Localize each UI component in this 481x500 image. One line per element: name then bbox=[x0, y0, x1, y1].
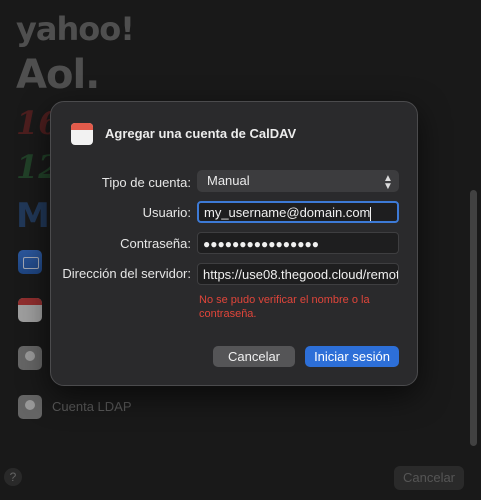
account-type-label: Tipo de cuenta: bbox=[101, 175, 191, 190]
server-address-value: https://use08.thegood.cloud/remote.php/d… bbox=[203, 267, 399, 282]
calendar-icon bbox=[71, 123, 93, 145]
sign-in-button[interactable]: Iniciar sesión bbox=[305, 346, 399, 367]
server-address-field[interactable]: https://use08.thegood.cloud/remote.php/d… bbox=[197, 263, 399, 285]
text-cursor bbox=[370, 206, 372, 221]
username-value: my_username@domain.com bbox=[204, 205, 371, 220]
password-label: Contraseña: bbox=[120, 236, 191, 251]
account-type-value: Manual bbox=[207, 173, 250, 188]
server-address-label: Dirección del servidor: bbox=[62, 266, 191, 281]
username-label: Usuario: bbox=[142, 205, 191, 220]
password-value: ●●●●●●●●●●●●●●●● bbox=[203, 237, 319, 251]
username-field[interactable]: my_username@domain.com bbox=[197, 201, 399, 223]
dialog-title: Agregar una cuenta de CalDAV bbox=[105, 126, 297, 141]
account-type-select[interactable]: Manual ▲ ▼ bbox=[197, 170, 399, 192]
caldav-account-dialog: Agregar una cuenta de CalDAV Tipo de cue… bbox=[50, 101, 418, 386]
error-message: No se pudo verificar el nombre o la cont… bbox=[199, 294, 370, 320]
password-field[interactable]: ●●●●●●●●●●●●●●●● bbox=[197, 232, 399, 254]
cancel-button[interactable]: Cancelar bbox=[213, 346, 295, 367]
